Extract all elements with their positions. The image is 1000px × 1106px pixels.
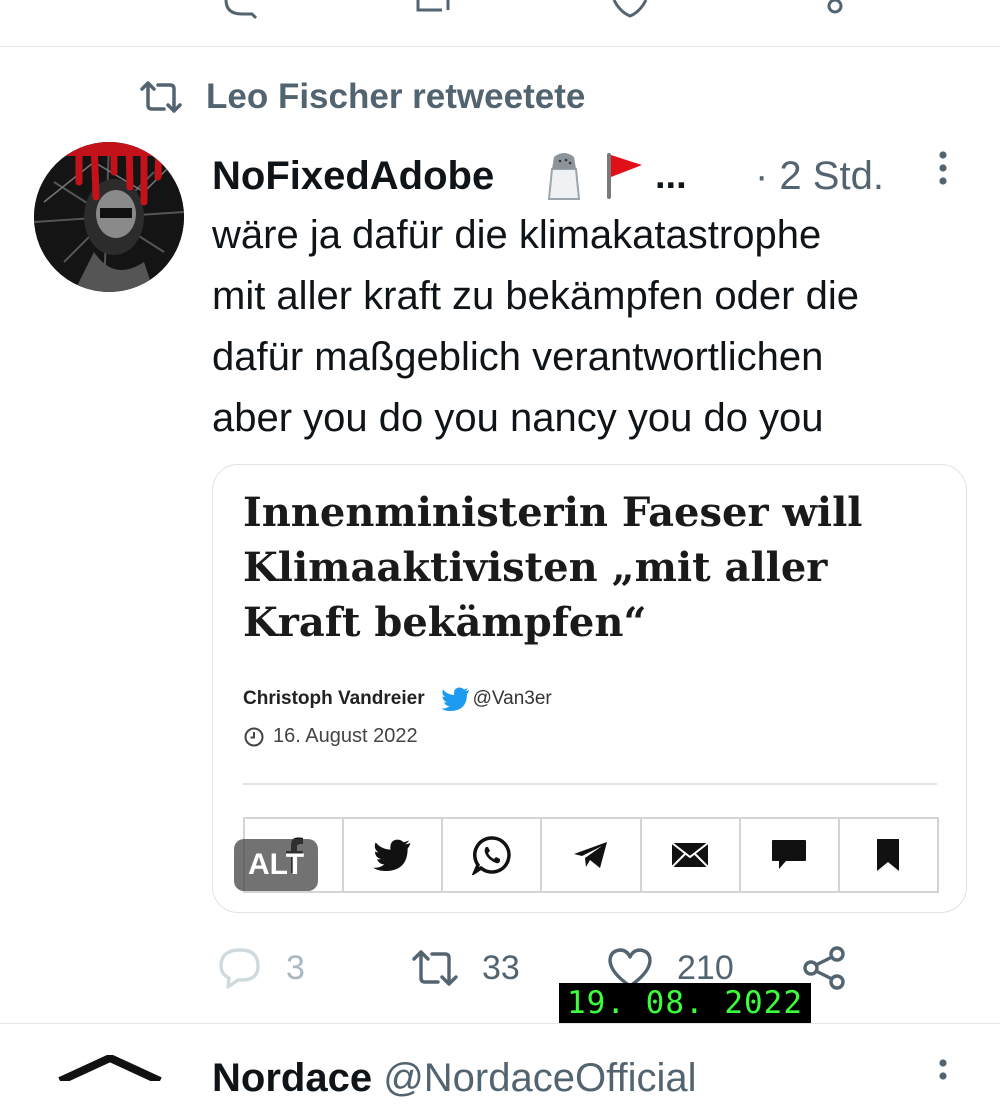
article-date: 16. August 2022 xyxy=(243,725,418,748)
share-icon[interactable] xyxy=(820,0,850,20)
reply-count: 3 xyxy=(286,948,305,987)
share-cell-telegram xyxy=(542,819,642,891)
media-image[interactable]: Innenministerin Faeser will Klimaaktivis… xyxy=(212,464,967,913)
next-author-handle[interactable]: @NordaceOfficial xyxy=(383,1056,696,1100)
more-options-icon[interactable] xyxy=(936,1058,950,1088)
previous-tweet-actions xyxy=(0,0,1000,47)
reply-icon[interactable] xyxy=(222,0,262,20)
next-author-name[interactable]: Nordace xyxy=(212,1056,372,1100)
whatsapp-icon xyxy=(471,836,511,875)
bookmark-icon xyxy=(877,839,900,871)
article-headline: Innenministerin Faeser will Klimaaktivis… xyxy=(243,485,943,650)
tweet-time[interactable]: · 2 Std. xyxy=(755,148,884,204)
salt-shaker-icon xyxy=(547,153,581,200)
retweet-icon xyxy=(412,950,458,986)
author-name[interactable]: NoFixedAdobe xyxy=(212,148,494,204)
share-cell-bookmark xyxy=(840,819,937,891)
tweet-text-line: dafür maßgeblich verantwortlichen xyxy=(212,335,824,379)
telegram-icon xyxy=(573,842,607,868)
date-overlay: 19. 08. 2022 xyxy=(559,983,811,1023)
more-options-icon[interactable] xyxy=(936,150,950,190)
headline-line: Kraft bekämpfen“ xyxy=(243,599,647,646)
reply-action[interactable]: 3 xyxy=(218,946,305,990)
name-ellipsis: ... xyxy=(655,155,687,197)
retweet-header: Leo Fischer retweetete xyxy=(138,72,585,122)
tweet-text-line: wäre ja dafür die klimakatastrophe xyxy=(212,213,822,257)
headline-line: Innenministerin Faeser will xyxy=(243,489,863,536)
byline-name: Christoph Vandreier xyxy=(243,688,425,709)
author-emojis xyxy=(546,148,648,204)
like-icon[interactable] xyxy=(610,0,650,20)
avatar-image xyxy=(34,142,184,292)
byline-handle: @Van3er xyxy=(472,688,552,709)
tweet-text-line: mit aller kraft zu bekämpfen oder die xyxy=(212,274,859,318)
share-cell-mail xyxy=(642,819,741,891)
divider xyxy=(0,1023,1000,1024)
retweet-icon[interactable] xyxy=(412,0,458,20)
twitter-bird-icon xyxy=(440,687,469,711)
share-cell-twitter xyxy=(344,819,444,891)
like-count: 210 xyxy=(677,948,734,987)
comment-icon xyxy=(772,840,807,869)
alt-badge[interactable]: ALT xyxy=(234,839,318,891)
clock-icon xyxy=(244,727,264,746)
next-tweet-author[interactable]: Nordace @NordaceOfficial xyxy=(212,1050,697,1106)
article-byline: Christoph Vandreier @Van3er xyxy=(243,687,552,711)
red-flag-icon xyxy=(607,153,642,199)
tweet-text-line: aber you do you nancy you do you xyxy=(212,396,824,440)
tweet-text: wäre ja dafür die klimakatastrophe mit a… xyxy=(212,205,972,449)
retweet-action[interactable]: 33 xyxy=(410,946,520,990)
mail-icon xyxy=(671,842,709,868)
retweet-icon xyxy=(140,81,182,113)
article-date-text: 16. August 2022 xyxy=(273,725,418,747)
share-cell-comment xyxy=(741,819,840,891)
next-tweet-avatar[interactable] xyxy=(55,1055,165,1081)
avatar[interactable] xyxy=(34,142,184,292)
retweet-label[interactable]: Leo Fischer retweetete xyxy=(206,77,585,117)
retweet-count: 33 xyxy=(482,948,520,987)
reply-icon xyxy=(219,948,260,989)
twitter-icon xyxy=(372,839,411,871)
share-cell-whatsapp xyxy=(443,819,543,891)
divider xyxy=(243,783,937,785)
headline-line: Klimaaktivisten „mit aller xyxy=(243,544,828,591)
article-share-row xyxy=(243,817,939,893)
